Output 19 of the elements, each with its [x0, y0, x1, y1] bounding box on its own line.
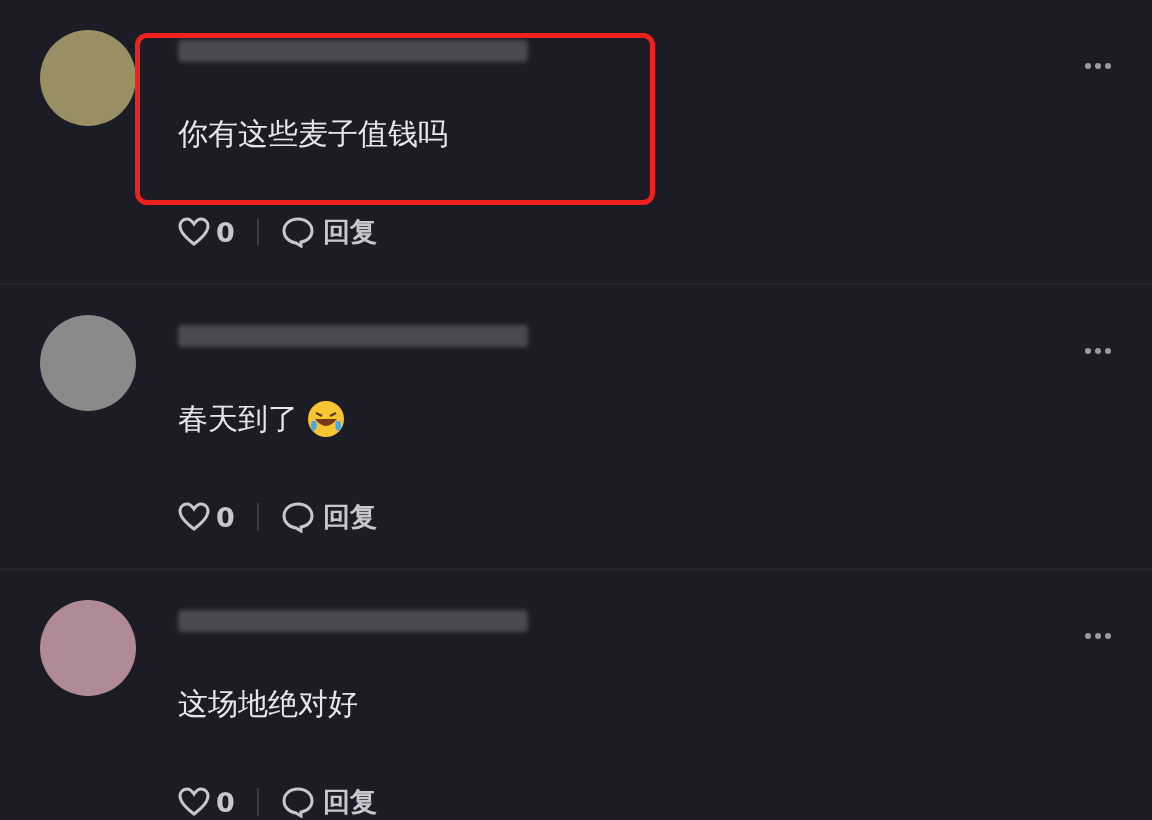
- comment-bubble-icon[interactable]: [280, 501, 315, 533]
- comment-text: 你有这些麦子值钱吗: [178, 114, 448, 153]
- comment-bubble-icon[interactable]: [280, 216, 315, 248]
- comment-bubble-icon[interactable]: [280, 786, 315, 818]
- heart-icon[interactable]: [178, 502, 210, 532]
- laughing-emoji-icon: [306, 399, 346, 439]
- comment-text: 春天到了: [178, 399, 298, 438]
- like-count: 0: [216, 216, 235, 248]
- comment-text: 这场地绝对好: [178, 684, 358, 723]
- more-options-icon[interactable]: [1084, 62, 1112, 70]
- reply-link[interactable]: 回复: [322, 214, 377, 250]
- heart-icon[interactable]: [178, 217, 210, 247]
- more-options-icon[interactable]: [1084, 347, 1112, 355]
- like-count: 0: [216, 501, 235, 533]
- like-count: 0: [216, 786, 235, 818]
- more-options-icon[interactable]: [1084, 632, 1112, 640]
- reply-link[interactable]: 回复: [322, 784, 377, 820]
- reply-link[interactable]: 回复: [322, 499, 377, 535]
- heart-icon[interactable]: [178, 787, 210, 817]
